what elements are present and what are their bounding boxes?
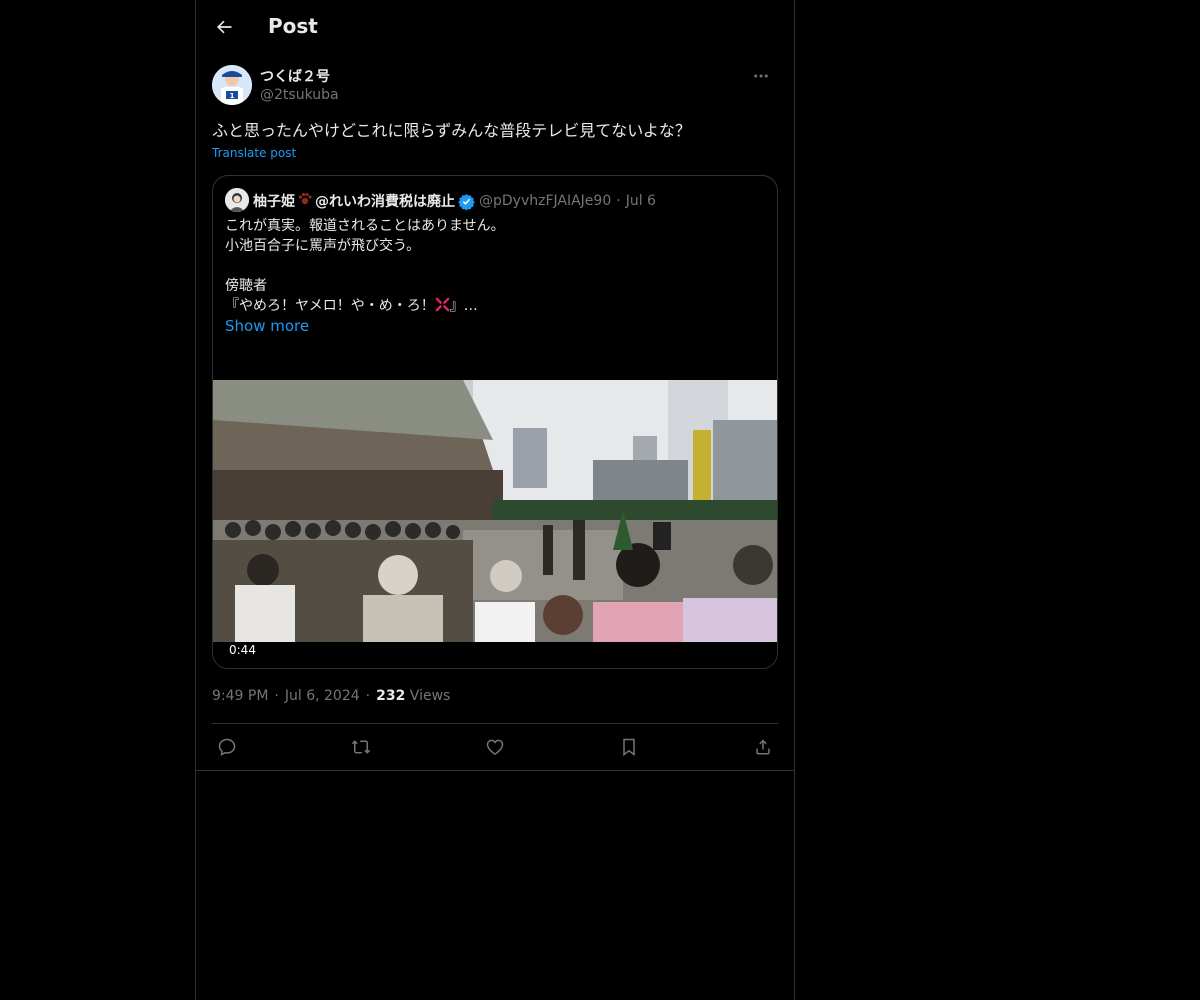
quoted-avatar[interactable] [225,188,249,212]
action-bar [212,724,778,771]
show-more-link[interactable]: Show more [225,317,309,335]
quoted-author-name-suffix: @れいわ消費税は廃止 [315,194,455,210]
post-time[interactable]: 9:49 PM [212,688,268,704]
author-name[interactable]: つくば２号 [260,66,330,86]
like-icon [486,739,504,755]
avatar[interactable]: 1 [212,65,252,105]
reply-button[interactable] [212,734,242,760]
repost-button[interactable] [346,734,376,760]
anger-emoji-icon [435,297,450,312]
meta-separator: · [365,688,371,704]
quoted-line-with-emoji: 『やめろ！ヤメロ！や・め・ろ！ 』… [225,296,765,316]
share-icon [756,739,770,755]
quoted-line-ellipsis: 』… [449,298,478,314]
quoted-line: これが真実。報道されることはありません。 [225,218,505,234]
quoted-date: Jul 6 [625,193,656,209]
like-button[interactable] [480,734,510,760]
action-bar-divider [196,770,794,771]
quoted-post[interactable]: 柚子姫 @れいわ消費税は廃止 @pDyvhzFJAIAJe90 · Jul 6 … [212,175,778,669]
quoted-post-header: 柚子姫 @れいわ消費税は廃止 @pDyvhzFJAIAJe90 · Jul 6 [225,188,765,212]
reply-icon [218,738,236,756]
post-meta: 9:49 PM · Jul 6, 2024 · 232 Views [212,688,450,704]
repost-icon [351,740,371,754]
bookmark-button[interactable] [614,734,644,760]
quoted-author-handle: @pDyvhzFJAIAJe90 [479,193,612,209]
quoted-post-text: これが真実。報道されることはありません。 小池百合子に罵声が飛び交う。 傍聴者 … [225,216,765,316]
video-player[interactable]: 0:44 [213,380,777,668]
quoted-author-name: 柚子姫 [253,194,295,210]
post-text: ふと思ったんやけどこれに限らずみんな普段テレビ見てないよな？ [212,121,691,140]
quoted-names: 柚子姫 @れいわ消費税は廃止 @pDyvhzFJAIAJe90 · Jul 6 [253,191,656,211]
views-label: Views [409,688,451,704]
more-icon [754,74,768,78]
quoted-dot: · [616,193,621,209]
paw-emoji-icon [297,191,313,211]
quoted-line: 傍聴者 [225,278,267,294]
arrow-left-icon [217,20,232,34]
verified-badge-icon [458,193,475,210]
author-handle[interactable]: @2tsukuba [260,87,339,103]
share-button[interactable] [748,734,778,760]
svg-text:1: 1 [230,92,235,100]
quoted-line: 『やめろ！ヤメロ！や・め・ろ！ [225,298,435,314]
video-duration: 0:44 [223,642,262,658]
more-options-button[interactable] [744,65,778,87]
translate-post-link[interactable]: Translate post [212,146,296,160]
views-count: 232 [376,688,406,704]
quoted-line: 小池百合子に罵声が飛び交う。 [225,238,421,254]
post-column: Post 1 つくば２号 @2tsukuba ふと思ったんやけどこれに限らずみん… [195,0,795,1000]
post-header: Post [196,0,794,54]
author-info: 1 つくば２号 @2tsukuba [212,65,778,107]
avatar-image: 1 [212,65,252,105]
post-date[interactable]: Jul 6, 2024 [285,688,360,704]
quoted-avatar-image [225,188,249,212]
back-button[interactable] [206,9,242,45]
video-thumbnail[interactable] [213,380,777,642]
bookmark-icon [623,738,635,756]
quoted-line [225,256,765,276]
meta-separator: · [274,688,279,704]
page-title: Post [268,14,318,38]
